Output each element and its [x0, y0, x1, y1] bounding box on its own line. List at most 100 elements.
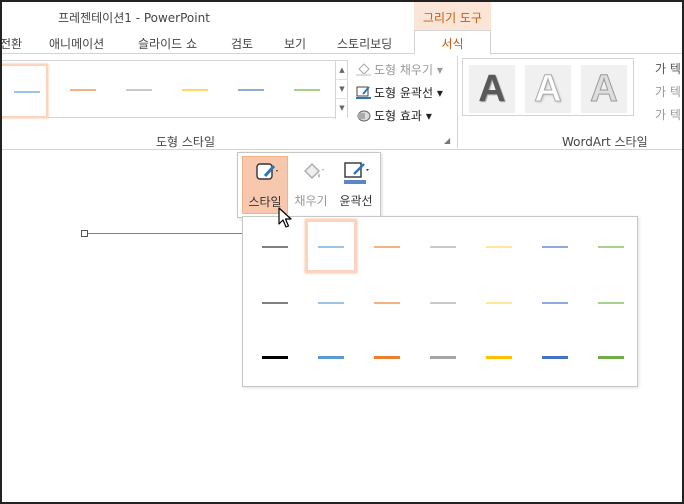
line-style-option[interactable] [417, 219, 469, 273]
gallery-style-item[interactable] [126, 89, 152, 91]
line-style-swatch [542, 356, 568, 359]
chevron-down-icon: ▾ [436, 86, 443, 100]
line-style-option[interactable] [361, 275, 413, 329]
gallery-line-swatch [14, 91, 40, 93]
line-style-swatch [598, 246, 624, 248]
line-style-option[interactable] [305, 219, 357, 273]
shape-style-icon [256, 163, 278, 180]
pen-outline-icon [356, 86, 371, 99]
text-outline-button[interactable]: 가 텍 [655, 83, 681, 100]
line-style-option[interactable] [529, 329, 581, 383]
line-style-option[interactable] [249, 329, 301, 383]
line-style-option[interactable] [305, 275, 357, 329]
gallery-style-item[interactable] [238, 89, 264, 91]
text-effects-button[interactable]: 가 텍 [655, 106, 681, 123]
line-style-option[interactable] [529, 275, 581, 329]
line-style-option[interactable] [585, 219, 637, 273]
line-style-option[interactable] [305, 329, 357, 383]
shape-effects-label: 도형 효과 [374, 109, 422, 123]
tab-slideshow[interactable]: 슬라이드 쇼 [138, 35, 197, 52]
tab-format[interactable]: 서식 [414, 30, 491, 55]
line-style-swatch [374, 246, 400, 248]
chevron-down-icon: ▾ [436, 63, 443, 77]
line-style-swatch [374, 356, 400, 359]
shape-outline-button[interactable]: 도형 윤곽선 ▾ [356, 84, 443, 101]
line-style-option[interactable] [585, 329, 637, 383]
shape-fill-label: 도형 채우기 [374, 63, 434, 77]
shape-effects-button[interactable]: 도형 효과 ▾ [356, 107, 432, 124]
ribbon-tabs: 전환 애니메이션 슬라이드 쇼 검토 보기 스토리보딩 서식 [2, 30, 682, 55]
text-fill-label: 텍 [669, 62, 681, 76]
line-style-option[interactable] [249, 275, 301, 329]
gallery-selected-style[interactable] [2, 64, 48, 118]
outline-button[interactable]: 윤곽선 [334, 156, 378, 214]
text-outline-label: 텍 [669, 85, 681, 99]
line-style-swatch [430, 246, 456, 248]
line-style-swatch [486, 246, 512, 248]
fill-button[interactable]: 채우기 [289, 156, 333, 214]
line-style-swatch [262, 302, 288, 304]
tab-view[interactable]: 보기 [284, 35, 306, 52]
outline-label: 윤곽선 [339, 194, 373, 208]
line-style-swatch [486, 302, 512, 304]
tab-transitions[interactable]: 전환 [2, 35, 22, 52]
text-effects-icon: 가 [655, 108, 667, 122]
style-button[interactable]: 스타일 [242, 156, 288, 214]
text-outline-icon: 가 [655, 85, 667, 99]
paint-bucket-icon [304, 163, 324, 179]
line-style-option[interactable] [417, 275, 469, 329]
gallery-more-icon[interactable]: ▼ [336, 99, 348, 118]
pen-outline-icon [344, 162, 369, 184]
line-style-dropdown [242, 216, 638, 387]
line-style-swatch [430, 356, 456, 359]
gallery-scrollbar[interactable]: ▲ ▼ ▼ [335, 61, 348, 119]
text-fill-button[interactable]: 가 텍 [655, 60, 681, 77]
scroll-up-icon[interactable]: ▲ [336, 61, 348, 80]
text-effects-label: 텍 [669, 108, 681, 122]
wordart-style-item[interactable]: A [469, 65, 515, 113]
tab-storyboarding[interactable]: 스토리보딩 [337, 35, 392, 52]
line-style-option[interactable] [529, 219, 581, 273]
title-bar: 프레젠테이션1 - PowerPoint 그리기 도구 [2, 2, 682, 30]
dialog-launcher-icon[interactable]: ◢ [444, 136, 450, 145]
resize-handle[interactable] [81, 230, 88, 237]
wordart-style-item[interactable]: A [581, 65, 627, 113]
scroll-down-icon[interactable]: ▼ [336, 80, 348, 99]
line-style-swatch [486, 356, 512, 359]
line-style-swatch [318, 302, 344, 304]
line-style-swatch [542, 302, 568, 304]
wordart-styles-gallery[interactable]: A A A [462, 58, 634, 116]
gallery-style-item[interactable] [294, 89, 320, 91]
selected-line-shape[interactable] [84, 233, 244, 234]
drawing-tools-context-label: 그리기 도구 [414, 2, 491, 30]
shape-outline-label: 도형 윤곽선 [374, 86, 434, 100]
line-style-option[interactable] [361, 219, 413, 273]
shape-styles-gallery[interactable]: ▲ ▼ ▼ [2, 60, 348, 119]
line-style-swatch [542, 246, 568, 248]
line-style-swatch [262, 356, 288, 359]
line-style-option[interactable] [473, 329, 525, 383]
wordart-style-item[interactable]: A [525, 65, 571, 113]
powerpoint-window: 프레젠테이션1 - PowerPoint 그리기 도구 전환 애니메이션 슬라이… [0, 0, 684, 504]
tab-animations[interactable]: 애니메이션 [49, 35, 104, 52]
line-style-option[interactable] [473, 275, 525, 329]
line-style-option[interactable] [249, 219, 301, 273]
gallery-style-item[interactable] [70, 89, 96, 91]
line-style-option[interactable] [361, 329, 413, 383]
tab-review[interactable]: 검토 [231, 35, 253, 52]
line-style-swatch [318, 356, 344, 359]
wordart-styles-group-label: WordArt 스타일 [562, 135, 648, 149]
line-style-option[interactable] [585, 275, 637, 329]
ribbon-format: ▲ ▼ ▼ 도형 채우기 ▾ 도형 윤곽선 ▾ 도형 효과 ▾ 도형 스타일 ◢… [2, 53, 682, 150]
line-style-swatch [318, 246, 344, 248]
shape-effects-icon [357, 110, 371, 122]
line-style-swatch [374, 302, 400, 304]
group-separator [457, 56, 458, 148]
gallery-style-item[interactable] [182, 89, 208, 91]
line-style-option[interactable] [473, 219, 525, 273]
line-style-option[interactable] [417, 329, 469, 383]
fill-label: 채우기 [294, 194, 328, 208]
paint-bucket-icon [356, 63, 371, 76]
line-style-swatch [598, 302, 624, 304]
shape-fill-button[interactable]: 도형 채우기 ▾ [356, 61, 443, 78]
